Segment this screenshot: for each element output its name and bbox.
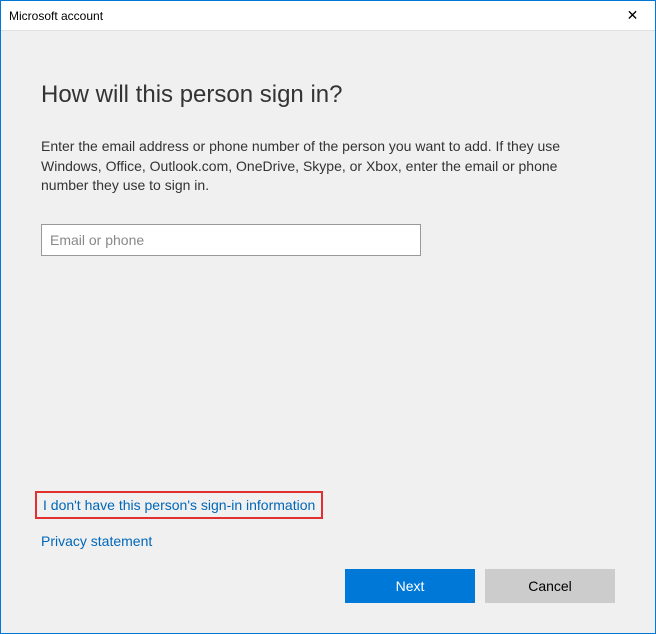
close-icon: ✕ (627, 7, 639, 24)
cancel-button[interactable]: Cancel (485, 569, 615, 603)
links-section: I don't have this person's sign-in infor… (41, 491, 615, 549)
dialog-content: How will this person sign in? Enter the … (1, 31, 655, 633)
next-button[interactable]: Next (345, 569, 475, 603)
titlebar: Microsoft account ✕ (1, 1, 655, 31)
description-text: Enter the email address or phone number … (41, 137, 601, 196)
email-or-phone-input[interactable] (41, 224, 421, 256)
close-button[interactable]: ✕ (610, 1, 655, 31)
window-title: Microsoft account (9, 9, 103, 23)
no-signin-info-link[interactable]: I don't have this person's sign-in infor… (35, 491, 323, 519)
button-row: Next Cancel (41, 569, 615, 613)
page-heading: How will this person sign in? (41, 81, 615, 109)
spacer (41, 256, 615, 491)
dialog-window: Microsoft account ✕ How will this person… (0, 0, 656, 634)
privacy-statement-link[interactable]: Privacy statement (41, 533, 615, 549)
